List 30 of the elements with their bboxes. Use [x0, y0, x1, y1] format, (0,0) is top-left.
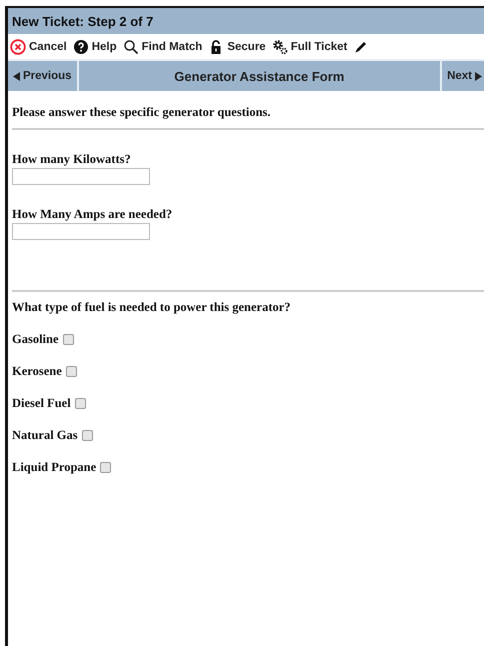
question-text: What type of fuel is needed to power this generator? — [12, 300, 292, 315]
checkbox[interactable] — [82, 430, 93, 441]
gears-button[interactable]: Full Ticket — [272, 38, 348, 54]
checkbox[interactable] — [62, 334, 74, 345]
field-label: How many Kilowatts? — [12, 152, 132, 167]
input-field[interactable] — [12, 223, 150, 240]
search-button[interactable]: Find Match — [122, 38, 202, 54]
search-icon — [122, 38, 139, 54]
left-triangle-icon — [13, 72, 20, 80]
checkbox[interactable] — [100, 462, 112, 473]
intro-text: Please answer these specific generator questions. — [12, 105, 272, 120]
lock-button[interactable]: Secure — [208, 38, 266, 54]
cancel-icon — [10, 38, 26, 54]
checkbox[interactable] — [66, 366, 77, 377]
field-label: How Many Amps are needed? — [12, 207, 174, 222]
checkbox[interactable] — [74, 398, 86, 409]
cancel-button[interactable]: Cancel — [10, 38, 67, 54]
input-field[interactable] — [12, 168, 150, 185]
option-label: Gasoline — [12, 332, 59, 347]
option-label: Kerosene — [12, 364, 62, 379]
next-button[interactable]: Next — [440, 61, 484, 91]
form-title: Generator Assistance Form — [173, 68, 346, 84]
option-label: Liquid Propane — [12, 460, 96, 475]
help-icon — [72, 38, 89, 54]
window-title: New Ticket: Step 2 of 7 — [12, 14, 154, 28]
gears-icon — [272, 38, 288, 54]
option-label: Diesel Fuel — [12, 396, 71, 411]
right-triangle-icon — [475, 72, 482, 80]
help-button[interactable]: Help — [72, 38, 117, 54]
option-label: Natural Gas — [12, 428, 78, 443]
